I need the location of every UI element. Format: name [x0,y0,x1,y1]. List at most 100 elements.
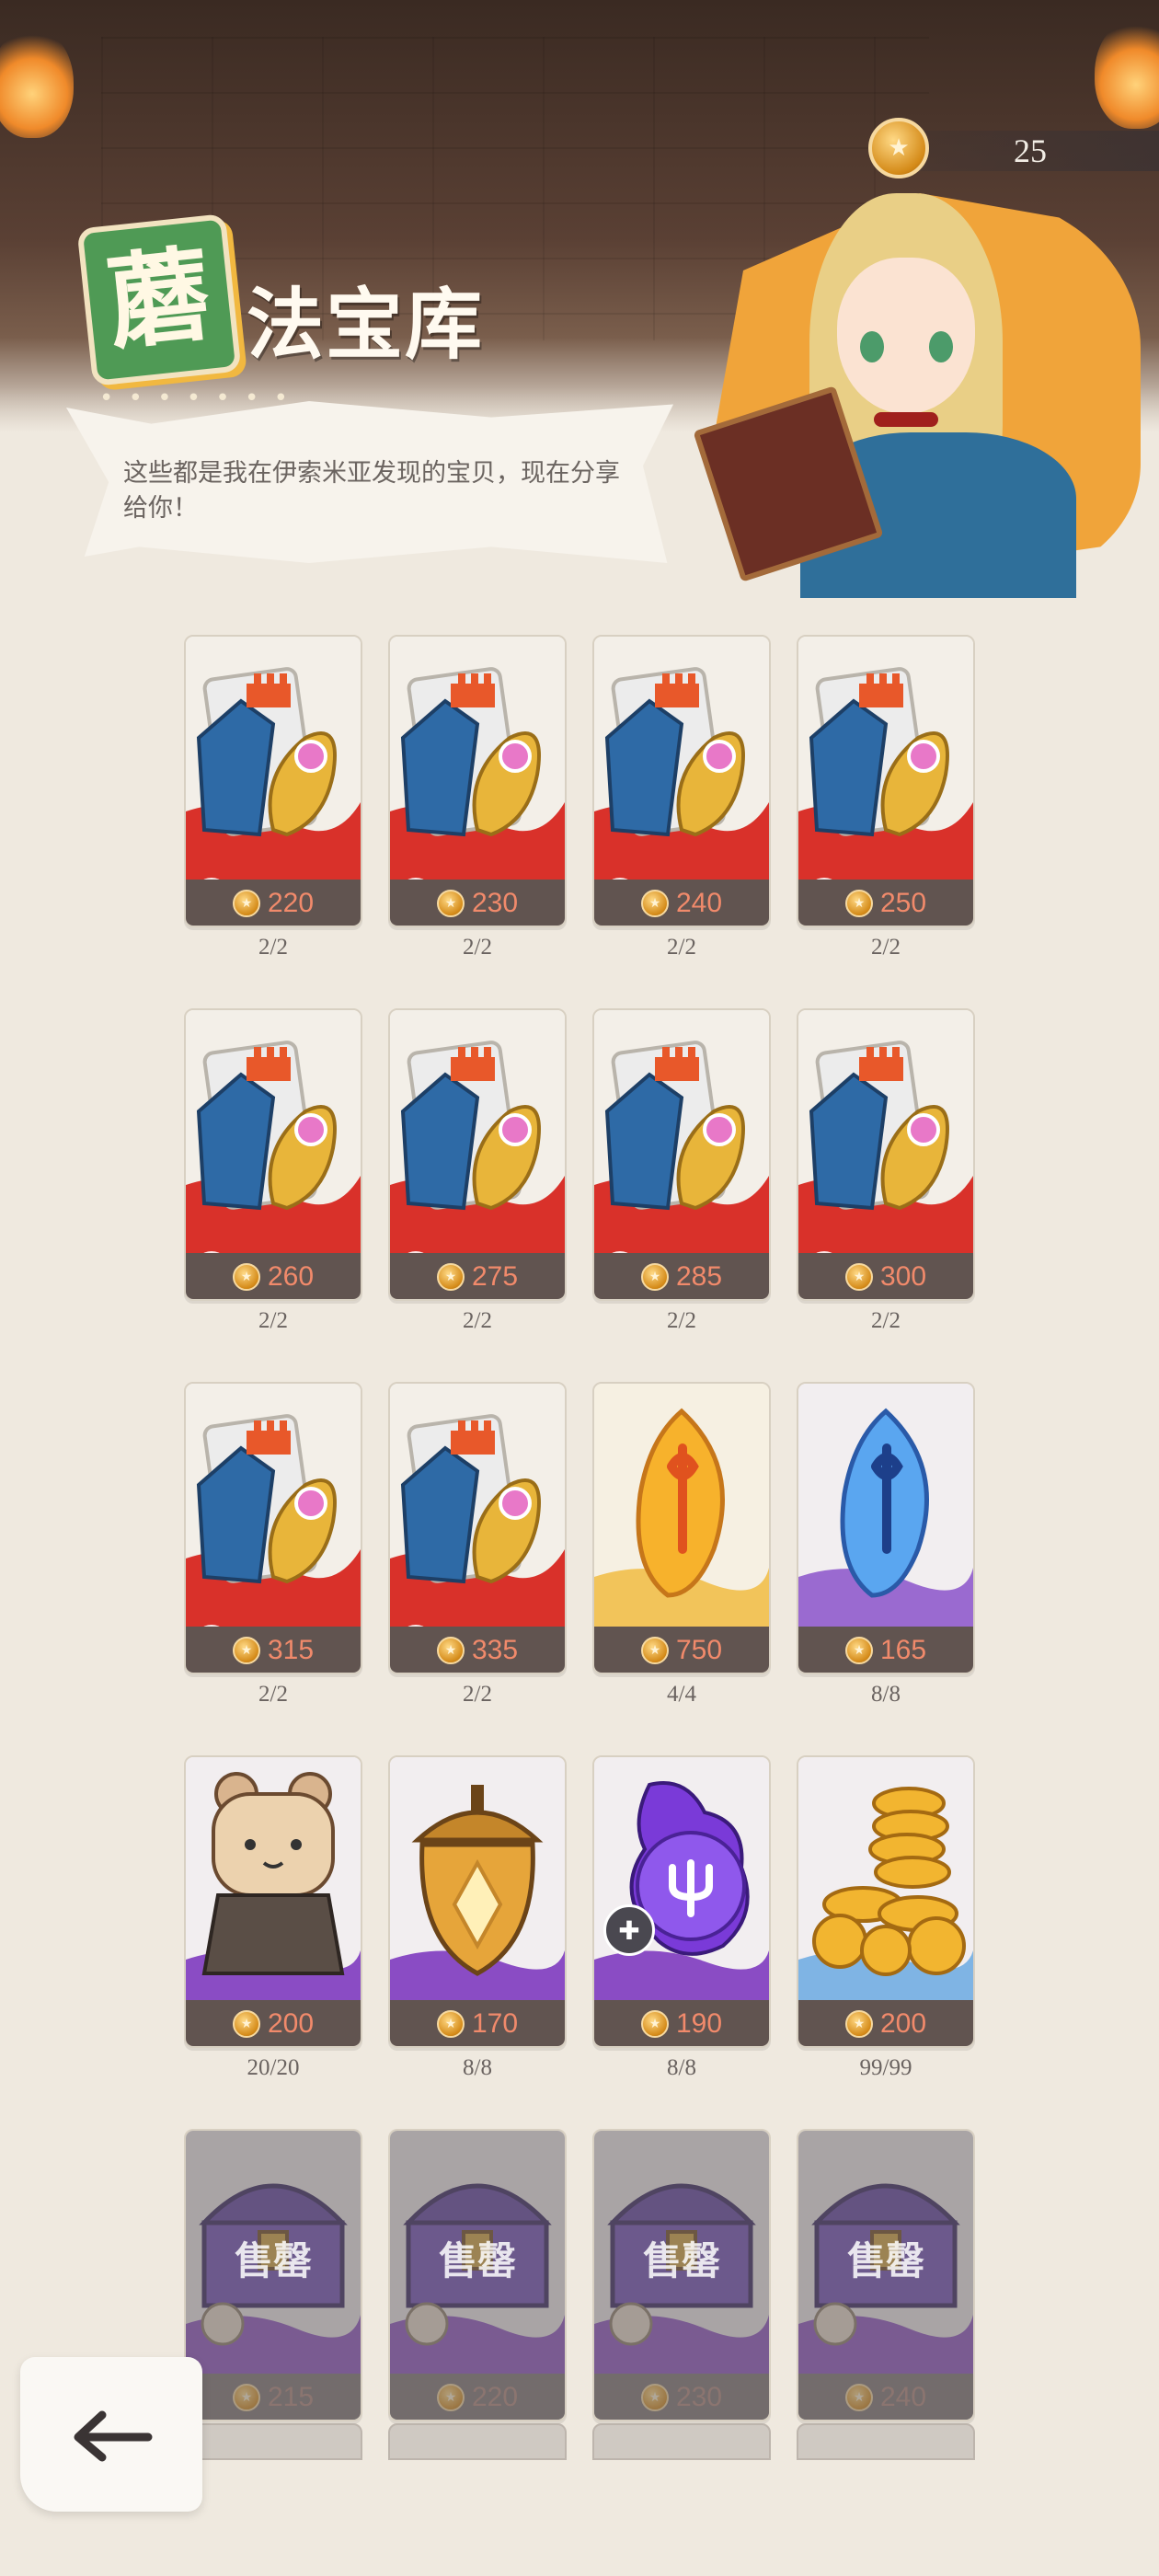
shop-item[interactable]: 5 ★165 8/8 [797,1382,975,1707]
price-bar: ★230 [390,880,565,926]
title-badge-char: 蘑 [101,234,217,365]
price-bar: ★ 300 [798,1253,973,1299]
item-price: 275 [471,1261,519,1292]
coin-icon: ★ [232,1637,260,1664]
coin-icon: ★ [640,1637,669,1664]
sold-out-overlay: 售罄 [390,2131,565,2420]
puzzle-piece-icon: ✚ [603,1904,655,1956]
item-frame: ⧗ ★300 [797,1008,975,1301]
item-price: 315 [267,1635,315,1665]
golden-acorn-icon [390,1757,565,2000]
price-bar: ★ 200 [186,2000,361,2046]
torch-left-icon [0,28,74,138]
coin-icon: ★ [232,890,260,917]
coin-icon: ★ [232,2010,260,2038]
item-frame: 5 ★750 [592,1382,771,1674]
item-frame: ★220 售罄 [388,2129,567,2421]
coin-icon: ★ [436,1263,465,1291]
shop-item-sold-out[interactable]: ★220 售罄 [388,2129,567,2453]
item-stock: 2/2 [871,1308,901,1333]
item-stock: 2/2 [258,1682,288,1707]
item-price: 170 [471,2008,519,2039]
shop-item-sold-out[interactable]: ★240 售罄 [797,2129,975,2453]
coin-icon: ★ [844,2010,873,2038]
gold-coin-pile-icon [798,1757,973,2000]
item-frame: ⧗ ★275 [388,1008,567,1301]
item-frame: ✚ 15 ★190 [592,1755,771,2048]
item-stock: 2/2 [463,935,492,960]
shop-item-sold-out[interactable]: ★230 售罄 [592,2129,771,2453]
shop-grid: ⧗ ★220 2/2 ⧗ ★230 2/2 ⧗ ★240 2/2 [184,635,975,2453]
item-stock: 99/99 [859,2055,912,2080]
item-frame: ⧗ ★315 [184,1382,362,1674]
price-bar: ★240 [594,880,769,926]
item-price: 220 [267,888,315,918]
next-row-partial [184,2423,975,2460]
shop-item[interactable]: 50000 ★200 99/99 [797,1755,975,2080]
item-frame: ⧗ ★220 [184,635,362,927]
shop-item[interactable]: ⧗ ★220 2/2 [184,635,362,960]
sword-shield-equipment-icon [186,637,361,880]
coin-icon: ★ [436,1637,465,1664]
sold-out-label: 售罄 [438,2237,516,2283]
shop-item-sold-out[interactable]: ★215 售罄 [184,2129,362,2453]
sword-shield-equipment-icon [594,1010,769,1253]
price-bar: ★ 260 [186,1253,361,1299]
price-bar: ★ 750 [594,1627,769,1673]
item-stock: 2/2 [667,935,696,960]
item-stock: 2/2 [258,1308,288,1333]
shop-item[interactable]: ✚ 15 ★190 8/8 [592,1755,771,2080]
shop-item-partial[interactable] [184,2423,362,2460]
shop-item[interactable]: ⧗ ★285 2/2 [592,1008,771,1333]
torch-right-icon [1095,18,1159,129]
coin-icon: ★ [844,890,873,917]
item-frame: ★240 售罄 [797,2129,975,2421]
item-stock: 8/8 [667,2055,696,2080]
page-title: 法宝库 [247,279,485,370]
item-frame: ⧗ ★240 [592,635,771,927]
shop-item[interactable]: ⧗ ★240 2/2 [592,635,771,960]
item-frame: ⧗ ★335 [388,1382,567,1674]
item-price: 300 [879,1261,927,1292]
shop-item[interactable]: ⧗ ★315 2/2 [184,1382,362,1707]
coin-icon: ★ [436,2010,465,2038]
item-price: 285 [675,1261,723,1292]
sold-out-label: 售罄 [846,2237,924,2283]
sold-out-overlay: 售罄 [798,2131,973,2420]
sword-shield-equipment-icon [798,1010,973,1253]
hamster-pet-icon [186,1757,361,2000]
back-arrow-icon [74,2410,153,2462]
shop-item[interactable]: ⧗ ★260 2/2 [184,1008,362,1333]
shop-item[interactable]: 5 ★750 4/4 [592,1382,771,1707]
item-price: 335 [471,1635,519,1665]
back-button[interactable] [20,2357,202,2512]
sold-out-overlay: 售罄 [594,2131,769,2420]
item-frame: ★230 售罄 [592,2129,771,2421]
item-frame: ★ 200 [184,1755,362,2048]
item-stock: 20/20 [247,2055,300,2080]
item-price: 260 [267,1261,315,1292]
sold-out-label: 售罄 [642,2237,720,2283]
item-frame: ⧗ ★260 [184,1008,362,1301]
item-price: 165 [879,1635,927,1665]
shop-item[interactable]: ⧗ ★275 2/2 [388,1008,567,1333]
shop-item[interactable]: 5 ★170 8/8 [388,1755,567,2080]
item-stock: 2/2 [463,1682,492,1707]
shop-item[interactable]: ⧗ ★250 2/2 [797,635,975,960]
title-badge: 蘑 [76,213,242,386]
shop-item[interactable]: ⧗ ★300 2/2 [797,1008,975,1333]
item-stock: 8/8 [871,1682,901,1707]
coin-icon: ★ [232,1263,260,1291]
price-bar: ★ 335 [390,1627,565,1673]
item-stock: 2/2 [871,935,901,960]
shop-item[interactable]: ★ 200 20/20 [184,1755,362,2080]
sold-out-label: 售罄 [234,2237,312,2283]
coin-icon: ★ [640,890,669,917]
item-frame: ⧗ ★230 [388,635,567,927]
shop-item-partial[interactable] [797,2423,975,2460]
shop-item-partial[interactable] [592,2423,771,2460]
shop-item[interactable]: ⧗ ★230 2/2 [388,635,567,960]
shop-item-partial[interactable] [388,2423,567,2460]
shop-item[interactable]: ⧗ ★335 2/2 [388,1382,567,1707]
price-bar: ★ 170 [390,2000,565,2046]
